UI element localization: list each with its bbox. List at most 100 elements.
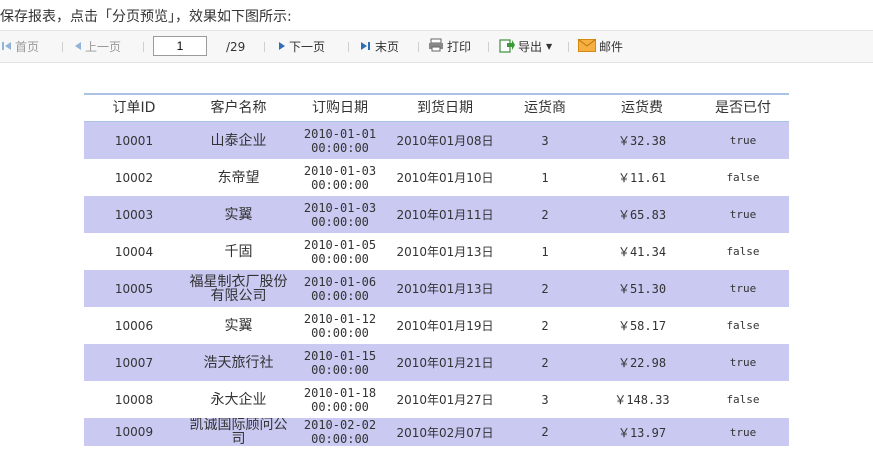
mail-button[interactable]: 邮件: [578, 31, 623, 62]
next-page-label: 下一页: [289, 40, 326, 54]
cell-order-date: 2010-01-06 00:00:00: [293, 275, 387, 303]
toolbar-divider: [418, 42, 419, 52]
table-header: 订单ID 客户名称 订购日期 到货日期 运货商 运货费 是否已付: [84, 93, 789, 122]
toolbar-divider: [143, 42, 144, 52]
table-row: 10006 实翼 2010-01-12 00:00:00 2010年01月19日 …: [84, 307, 789, 344]
cell-order-id: 10003: [114, 207, 154, 222]
cell-arrival-date: 2010年01月21日: [396, 356, 494, 370]
cell-shipper: 1: [541, 244, 549, 259]
first-page-icon: [2, 40, 12, 54]
cell-order-id: 10001: [114, 133, 154, 148]
cell-order-date: 2010-01-03 00:00:00: [293, 201, 387, 229]
last-page-button[interactable]: 末页: [360, 31, 399, 62]
cell-shipper: 1: [541, 170, 549, 185]
cell-shipper: 3: [541, 133, 549, 148]
export-icon: [499, 38, 515, 56]
cell-order-date: 2010-01-18 00:00:00: [293, 386, 387, 414]
cell-order-date-time: 00:00:00: [311, 288, 369, 303]
cell-order-date-day: 2010-01-06: [303, 274, 377, 289]
prev-page-button[interactable]: 上一页: [74, 31, 121, 62]
header-paid: 是否已付: [715, 100, 771, 116]
cell-order-date: 2010-01-12 00:00:00: [293, 312, 387, 340]
table-row: 10002 东帝望 2010-01-03 00:00:00 2010年01月10日…: [84, 159, 789, 196]
cell-order-date-time: 00:00:00: [311, 140, 369, 155]
toolbar-divider: [348, 42, 349, 52]
next-page-button[interactable]: 下一页: [278, 31, 325, 62]
cell-shipper: 2: [541, 425, 549, 439]
cell-paid: true: [729, 134, 757, 147]
toolbar-divider: [568, 42, 569, 52]
cell-order-date-time: 00:00:00: [311, 251, 369, 266]
header-customer: 客户名称: [210, 100, 267, 116]
cell-fee: ￥148.33: [614, 393, 670, 407]
cell-customer: 福星制衣厂股份有限公司: [189, 273, 288, 304]
cell-customer: 永大企业: [210, 391, 267, 408]
cell-order-date: 2010-01-03 00:00:00: [293, 164, 387, 192]
cell-customer: 凯诚国际顾问公司: [189, 418, 288, 446]
cell-arrival-date: 2010年02月07日: [396, 425, 494, 440]
print-button[interactable]: 打印: [428, 31, 471, 62]
toolbar-divider: [62, 42, 63, 52]
cell-fee: ￥13.97: [617, 425, 667, 440]
cell-order-date-day: 2010-01-03: [303, 163, 377, 178]
cell-order-date-time: 00:00:00: [311, 214, 369, 229]
toolbar-divider: [264, 42, 265, 52]
mail-label: 邮件: [599, 40, 624, 54]
export-label: 导出: [518, 40, 543, 54]
cell-paid: false: [726, 319, 760, 332]
table-row: 10001 山泰企业 2010-01-01 00:00:00 2010年01月08…: [84, 122, 789, 159]
first-page-button[interactable]: 首页: [2, 31, 39, 62]
cell-fee: ￥22.98: [617, 356, 667, 370]
next-page-icon: [278, 40, 286, 54]
cell-arrival-date: 2010年01月19日: [396, 319, 494, 333]
cell-fee: ￥41.34: [617, 245, 667, 259]
first-page-label: 首页: [15, 40, 40, 54]
cell-fee: ￥51.30: [617, 282, 667, 296]
cell-paid: false: [726, 245, 760, 258]
cell-paid: true: [729, 425, 757, 439]
header-shipper: 运货商: [524, 100, 566, 116]
cell-shipper: 2: [541, 207, 549, 222]
cell-arrival-date: 2010年01月11日: [396, 208, 494, 222]
export-button[interactable]: 导出 ▼: [499, 31, 552, 62]
cell-customer: 浩天旅行社: [203, 354, 274, 371]
cell-paid: false: [726, 393, 760, 406]
last-page-icon: [360, 40, 372, 54]
header-arrival-date: 到货日期: [417, 100, 473, 116]
cell-order-date-day: 2010-01-12: [303, 311, 377, 326]
cell-order-date-day: 2010-02-02: [303, 418, 377, 432]
table-row: 10009 凯诚国际顾问公司 2010-02-02 00:00:00 2010年0…: [84, 418, 789, 446]
cell-order-date-day: 2010-01-15: [303, 348, 377, 363]
cell-fee: ￥65.83: [617, 208, 667, 222]
cell-order-date-time: 00:00:00: [311, 432, 369, 446]
cell-order-date-time: 00:00:00: [311, 362, 369, 377]
prev-page-icon: [74, 40, 82, 54]
page-caption: 保存报表，点击「分页预览」，效果如下图所示:: [0, 9, 292, 25]
cell-order-date-time: 00:00:00: [311, 399, 369, 414]
cell-order-id: 10004: [114, 244, 154, 259]
report-toolbar: 首页 上一页 /29 下一页 末页 打印 导出 ▼: [0, 30, 873, 63]
table-row: 10004 千固 2010-01-05 00:00:00 2010年01月13日 …: [84, 233, 789, 270]
page-number-input[interactable]: [153, 36, 207, 56]
table-row: 10007 浩天旅行社 2010-01-15 00:00:00 2010年01月2…: [84, 344, 789, 381]
cell-order-date-time: 00:00:00: [311, 177, 369, 192]
cell-shipper: 2: [541, 318, 549, 333]
printer-icon: [428, 38, 444, 55]
cell-fee: ￥32.38: [617, 134, 667, 148]
cell-arrival-date: 2010年01月27日: [396, 393, 494, 407]
last-page-label: 末页: [375, 40, 400, 54]
toolbar-divider: [488, 42, 489, 52]
report-table: 订单ID 客户名称 订购日期 到货日期 运货商 运货费 是否已付 10001 山…: [84, 93, 789, 446]
table-row: 10003 实翼 2010-01-03 00:00:00 2010年01月11日 …: [84, 196, 789, 233]
cell-order-date-time: 00:00:00: [311, 325, 369, 340]
cell-order-date-day: 2010-01-05: [303, 237, 377, 252]
cell-order-date: 2010-01-15 00:00:00: [293, 349, 387, 377]
cell-shipper: 2: [541, 281, 549, 296]
header-order-id: 订单ID: [112, 100, 156, 116]
cell-customer: 山泰企业: [210, 132, 267, 149]
cell-fee: ￥58.17: [617, 319, 667, 333]
cell-order-id: 10008: [114, 392, 154, 407]
cell-paid: false: [726, 171, 760, 184]
cell-order-date: 2010-02-02 00:00:00: [293, 418, 387, 446]
cell-order-date: 2010-01-01 00:00:00: [293, 127, 387, 155]
